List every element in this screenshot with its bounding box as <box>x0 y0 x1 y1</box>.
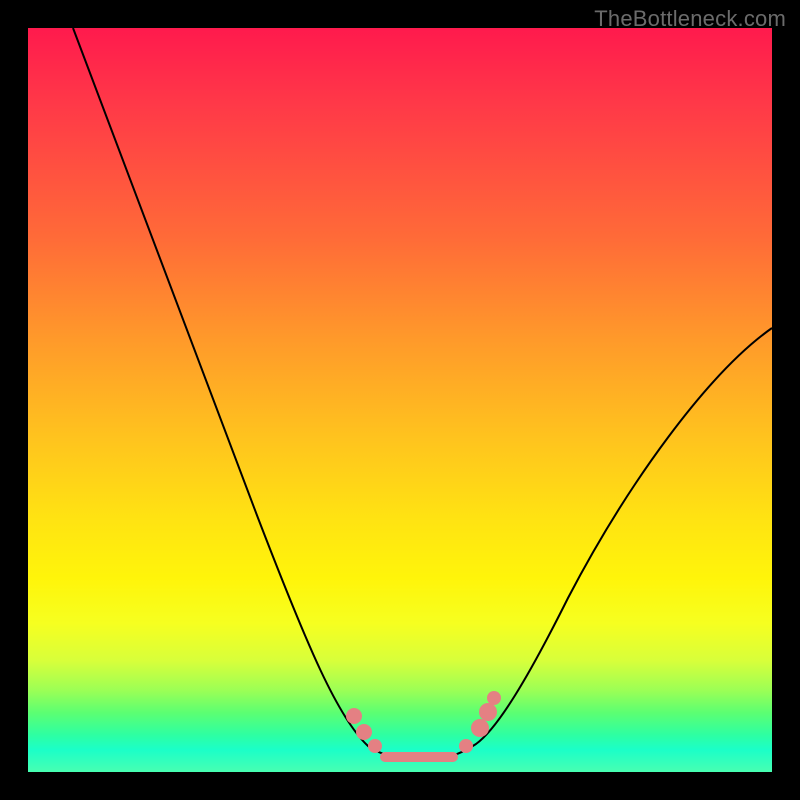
curve-marker <box>487 691 501 705</box>
curve-marker <box>356 724 372 740</box>
curve-marker <box>346 708 362 724</box>
watermark-text: TheBottleneck.com <box>594 6 786 32</box>
curve-svg <box>28 28 772 772</box>
curve-marker <box>479 703 497 721</box>
bottleneck-curve <box>73 28 772 758</box>
trough-marker-bar <box>380 752 458 762</box>
curve-marker <box>368 739 382 753</box>
plot-area <box>28 28 772 772</box>
curve-marker <box>471 719 489 737</box>
outer-frame: TheBottleneck.com <box>0 0 800 800</box>
curve-marker <box>459 739 473 753</box>
